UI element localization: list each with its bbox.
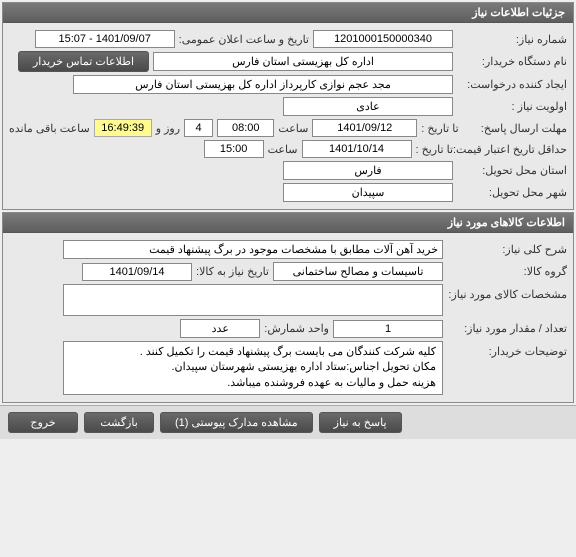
city-label: شهر محل تحویل: — [457, 186, 567, 199]
group-field: تاسیسات و مصالح ساختمانی — [273, 262, 443, 281]
footer-bar: پاسخ به نیاز مشاهده مدارک پیوستی (1) باز… — [0, 405, 576, 439]
priority-label: اولویت نیاز : — [457, 100, 567, 113]
need-by-date-field: 1401/09/14 — [82, 263, 192, 281]
buyer-org-label: نام دستگاه خریدار: — [457, 55, 567, 68]
group-label: گروه کالا: — [447, 265, 567, 278]
remain-label: ساعت باقی مانده — [9, 122, 90, 135]
need-details-panel: جزئیات اطلاعات نیاز شماره نیاز: 12010001… — [2, 2, 574, 210]
validity-date-field: 1401/10/14 — [302, 140, 412, 158]
exit-button[interactable]: خروج — [8, 412, 78, 433]
buyer-notes-field: کلیه شرکت کنندگان می بایست برگ پیشنهاد ق… — [63, 341, 443, 395]
qty-field: 1 — [333, 320, 443, 338]
reply-date-field: 1401/09/12 — [312, 119, 417, 137]
city-field: سپیدان — [283, 183, 453, 202]
announce-label: تاریخ و ساعت اعلان عمومی: — [179, 33, 309, 46]
specs-field — [63, 284, 443, 316]
reply-deadline-label: مهلت ارسال پاسخ: — [463, 122, 567, 135]
province-label: استان محل تحویل: — [457, 164, 567, 177]
time-label-2: ساعت — [268, 143, 298, 156]
province-field: فارس — [283, 161, 453, 180]
reply-button[interactable]: پاسخ به نیاز — [319, 412, 402, 433]
validity-label: حداقل تاریخ اعتبار قیمت: — [457, 143, 567, 156]
need-number-label: شماره نیاز: — [457, 33, 567, 46]
need-desc-label: شرح کلی نیاز: — [447, 243, 567, 256]
need-number-field: 1201000150000340 — [313, 30, 453, 48]
unit-label: واحد شمارش: — [264, 322, 329, 335]
priority-field: عادی — [283, 97, 453, 116]
panel2-body: شرح کلی نیاز: خرید آهن آلات مطابق با مشخ… — [3, 233, 573, 402]
panel1-header: جزئیات اطلاعات نیاز — [3, 3, 573, 23]
creator-label: ایجاد کننده درخواست: — [457, 78, 567, 91]
specs-label: مشخصات کالای مورد نیاز: — [447, 284, 567, 301]
until-label-1: تا تاریخ : — [421, 122, 458, 135]
time-label-1: ساعت — [278, 122, 308, 135]
creator-field: مجد عجم نوازی کارپرداز اداره کل بهزیستی … — [73, 75, 453, 94]
until-label-2: تا تاریخ : — [416, 143, 453, 156]
qty-label: تعداد / مقدار مورد نیاز: — [447, 322, 567, 335]
attachments-button[interactable]: مشاهده مدارک پیوستی (1) — [160, 412, 313, 433]
days-label: روز و — [156, 122, 180, 135]
remaining-time-box: 16:49:39 — [94, 119, 152, 137]
goods-info-panel: اطلاعات کالاهای مورد نیاز شرح کلی نیاز: … — [2, 212, 574, 403]
panel1-body: شماره نیاز: 1201000150000340 تاریخ و ساع… — [3, 23, 573, 209]
back-button[interactable]: بازگشت — [84, 412, 154, 433]
need-by-date-label: تاریخ نیاز به کالا: — [196, 265, 269, 278]
reply-time-field: 08:00 — [217, 119, 274, 137]
validity-time-field: 15:00 — [204, 140, 264, 158]
contact-buyer-button[interactable]: اطلاعات تماس خریدار — [18, 51, 149, 72]
announce-field: 1401/09/07 - 15:07 — [35, 30, 175, 48]
days-field: 4 — [184, 119, 213, 137]
buyer-org-field: اداره کل بهزیستی استان فارس — [153, 52, 453, 71]
panel2-header: اطلاعات کالاهای مورد نیاز — [3, 213, 573, 233]
unit-field: عدد — [180, 319, 260, 338]
buyer-notes-label: توضیحات خریدار: — [447, 341, 567, 358]
need-desc-field: خرید آهن آلات مطابق با مشخصات موجود در ب… — [63, 240, 443, 259]
